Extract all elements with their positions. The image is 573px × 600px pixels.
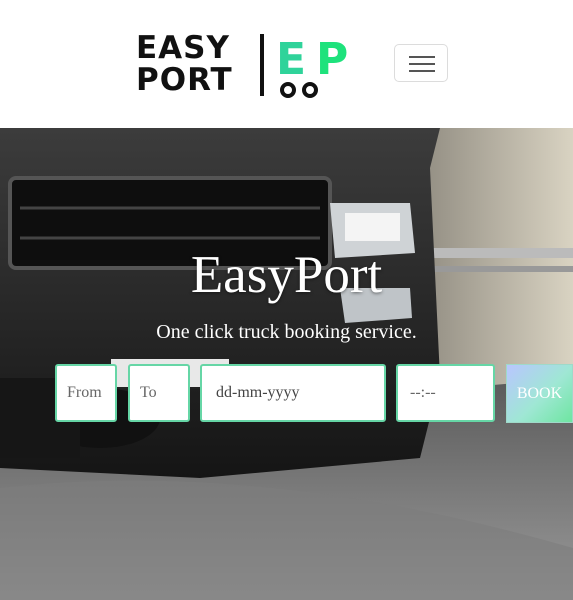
hamburger-bar [409,70,435,72]
svg-text:P: P [316,34,348,85]
hamburger-bar [409,63,435,65]
date-input[interactable]: dd-mm-yyyy [200,364,386,422]
hero-title: EasyPort [190,246,383,304]
hamburger-menu-icon [409,56,435,58]
book-button[interactable]: BOOK [506,364,573,423]
truck-logo-icon: E P [276,34,348,98]
logo-divider [260,34,264,96]
navbar: EASY PORT E P [0,0,573,128]
from-input[interactable]: From [55,364,117,422]
logo-line-2: PORT [136,62,233,98]
to-input[interactable]: To [128,364,190,422]
hero-subtitle: One click truck booking service. [156,321,417,343]
brand-logo[interactable]: EASY PORT E P [136,32,368,98]
svg-text:E: E [276,34,306,85]
logo-wordmark: EASY PORT [136,32,233,96]
hero-section: EasyPort One click truck booking service… [0,128,573,600]
logo-line-1: EASY [136,30,230,66]
navbar-toggler-button[interactable] [394,44,448,82]
time-input[interactable]: --:-- [396,364,495,422]
